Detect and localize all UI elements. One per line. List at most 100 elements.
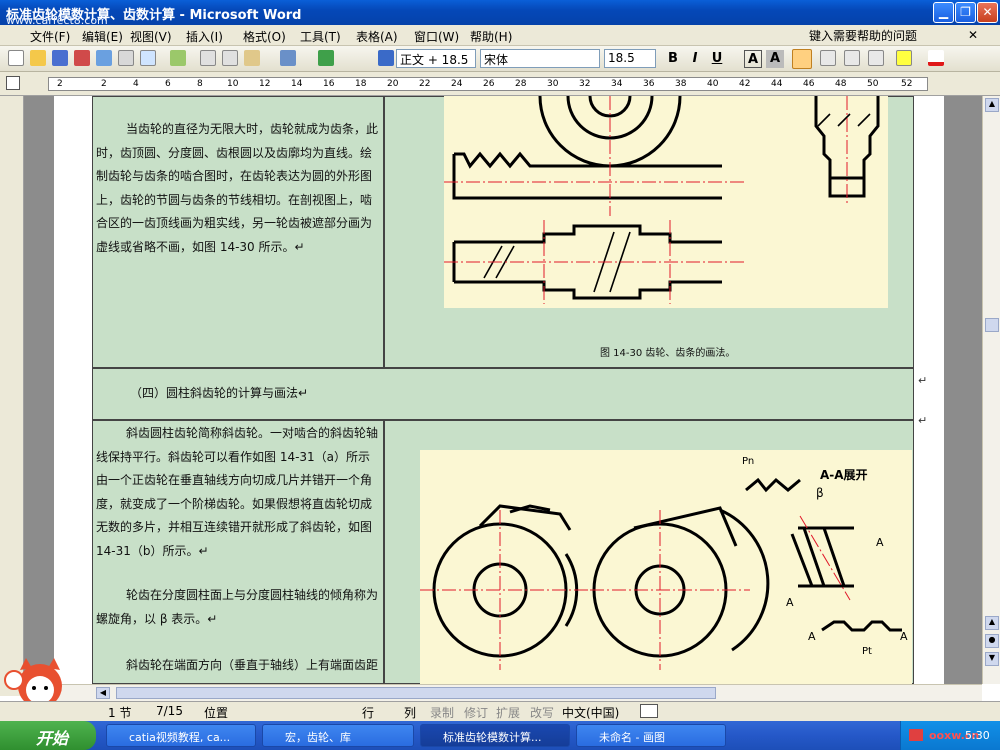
char-border-button[interactable]: A — [744, 50, 762, 68]
label-a-left: A — [786, 596, 794, 609]
tray-network-icon[interactable] — [909, 729, 923, 741]
menu-window[interactable]: 窗口(W) — [414, 28, 459, 45]
next-page-icon[interactable]: ▼ — [985, 652, 999, 666]
ruler-tick: 6 — [165, 79, 171, 89]
label-a-bottom-left: A — [808, 630, 816, 643]
ruler-tick: 22 — [419, 79, 431, 89]
ruler-tick: 18 — [355, 79, 367, 89]
status-section: 1 节 — [108, 706, 132, 720]
status-ext[interactable]: 扩展 — [496, 704, 520, 721]
paragraph-end-pitch: 斜齿轮在端面方向（垂直于轴线）上有端面齿距 — [126, 658, 379, 672]
horizontal-thumb[interactable] — [116, 687, 716, 699]
status-page: 7/15 — [156, 704, 183, 718]
save-icon[interactable] — [52, 50, 68, 66]
bullets-icon[interactable] — [844, 50, 860, 66]
status-ovr[interactable]: 改写 — [530, 704, 554, 721]
indent-icon[interactable] — [868, 50, 884, 66]
preview-icon[interactable] — [140, 50, 156, 66]
size-dropdown[interactable]: 18.5 — [604, 49, 656, 68]
status-language: 中文(中国) — [562, 706, 620, 720]
font-dropdown[interactable]: 宋体 — [480, 49, 600, 68]
clock: 5:30 — [965, 729, 990, 742]
scroll-up-icon[interactable]: ▲ — [985, 98, 999, 112]
ruler-tick: 40 — [707, 79, 719, 89]
horizontal-ruler: 2 2 4 6 8 10 12 14 16 18 20 22 24 26 28 … — [0, 72, 1000, 96]
taskbar: 开始 catia视频教程, ca... 宏，齿轮、库 标准齿轮模数计算... 未… — [0, 721, 1000, 750]
ruler-tick: 28 — [515, 79, 527, 89]
label-beta: β — [816, 486, 824, 500]
copy-icon[interactable] — [222, 50, 238, 66]
browse-object-icon[interactable]: ● — [985, 634, 999, 648]
ruler-tick: 52 — [901, 79, 913, 89]
task-word[interactable]: 标准齿轮模数计算... — [420, 724, 570, 747]
font-color-icon[interactable] — [928, 50, 944, 66]
email-icon[interactable] — [96, 50, 112, 66]
paste-icon[interactable] — [244, 50, 260, 66]
hyperlink-icon[interactable] — [318, 50, 334, 66]
ruler-strip[interactable]: 2 2 4 6 8 10 12 14 16 18 20 22 24 26 28 … — [48, 77, 928, 91]
new-icon[interactable] — [8, 50, 24, 66]
styles-icon[interactable] — [378, 50, 394, 66]
ruler-tick: 4 — [133, 79, 139, 89]
spell-check-icon[interactable] — [170, 50, 186, 66]
menu-file[interactable]: 文件(F) — [30, 28, 70, 45]
bold-button[interactable]: B — [664, 50, 682, 68]
menu-edit[interactable]: 编辑(E) — [82, 28, 123, 45]
task-paint[interactable]: 未命名 - 画图 — [576, 724, 726, 747]
formatting-toolbar: 正文 + 18.5 宋体 18.5 B I U A A — [0, 46, 1000, 72]
menu-insert[interactable]: 插入(I) — [186, 28, 223, 45]
scroll-thumb[interactable] — [985, 318, 999, 332]
status-rec[interactable]: 录制 — [430, 704, 454, 721]
char-shade-button[interactable]: A — [766, 50, 784, 68]
underline-button[interactable]: U — [708, 50, 726, 68]
label-pt: Pt — [862, 646, 872, 657]
prev-page-icon[interactable]: ▲ — [985, 616, 999, 630]
ruler-tick: 44 — [771, 79, 783, 89]
menu-help[interactable]: 帮助(H) — [470, 28, 512, 45]
ruler-tick: 34 — [611, 79, 623, 89]
style-dropdown[interactable]: 正文 + 18.5 — [396, 49, 476, 68]
maximize-button[interactable]: ❐ — [955, 2, 976, 23]
menu-format[interactable]: 格式(O) — [243, 28, 286, 45]
paragraph-helix-angle: 轮齿在分度圆柱面上与分度圆柱轴线的倾角称为螺旋角，以 β 表示。↵ — [96, 588, 379, 626]
label-a-right: A — [876, 536, 884, 549]
ruler-tick: 10 — [227, 79, 239, 89]
close-button[interactable]: ✕ — [977, 2, 998, 23]
figure-1-caption: 图 14-30 齿轮、齿条的画法。 — [600, 348, 736, 359]
menu-tools[interactable]: 工具(T) — [300, 28, 341, 45]
task-folder[interactable]: 宏，齿轮、库 — [262, 724, 414, 747]
system-tray: ooxw.cn 5:30 — [900, 721, 1000, 750]
spelling-status-icon[interactable] — [640, 704, 658, 718]
menu-view[interactable]: 视图(V) — [130, 28, 172, 45]
status-position: 位置 — [204, 706, 229, 720]
open-icon[interactable] — [30, 50, 46, 66]
ruler-tick: 2 — [57, 79, 63, 89]
start-button[interactable]: 开始 — [0, 721, 96, 750]
scroll-left-icon[interactable]: ◀ — [96, 687, 110, 699]
horizontal-scrollbar[interactable]: ◀ — [24, 684, 982, 701]
vertical-ruler — [0, 96, 24, 696]
help-search-input[interactable]: 键入需要帮助的问题 — [806, 26, 956, 44]
permission-icon[interactable] — [74, 50, 90, 66]
highlight-icon[interactable] — [896, 50, 912, 66]
status-line: 行 — [362, 706, 375, 720]
status-trk[interactable]: 修订 — [464, 704, 488, 721]
close-doc-icon[interactable]: ✕ — [968, 28, 978, 42]
menu-table[interactable]: 表格(A) — [356, 28, 398, 45]
cut-icon[interactable] — [200, 50, 216, 66]
numbering-icon[interactable] — [820, 50, 836, 66]
status-bar: 1 节 7/15 位置 行 列 录制 修订 扩展 改写 中文(中国) — [0, 701, 1000, 721]
align-justify-icon[interactable] — [792, 49, 812, 69]
ruler-tick: 30 — [547, 79, 559, 89]
figure-14-30 — [444, 96, 888, 308]
task-catia[interactable]: catia视频教程, ca... — [106, 724, 256, 747]
ruler-tick: 12 — [259, 79, 271, 89]
italic-button[interactable]: I — [686, 50, 704, 68]
print-icon[interactable] — [118, 50, 134, 66]
menu-bar: 文件(F) 编辑(E) 视图(V) 插入(I) 格式(O) 工具(T) 表格(A… — [0, 25, 1000, 46]
document-area[interactable]: 当齿轮的直径为无限大时，齿轮就成为齿条，此时，齿顶圆、分度圆、齿根圆以及齿廓均为… — [24, 96, 982, 684]
tab-selector-icon[interactable] — [6, 76, 20, 90]
vertical-scrollbar[interactable]: ▲ ▲ ● ▼ — [982, 96, 1000, 684]
undo-icon[interactable] — [280, 50, 296, 66]
minimize-button[interactable]: ▁ — [933, 2, 954, 23]
